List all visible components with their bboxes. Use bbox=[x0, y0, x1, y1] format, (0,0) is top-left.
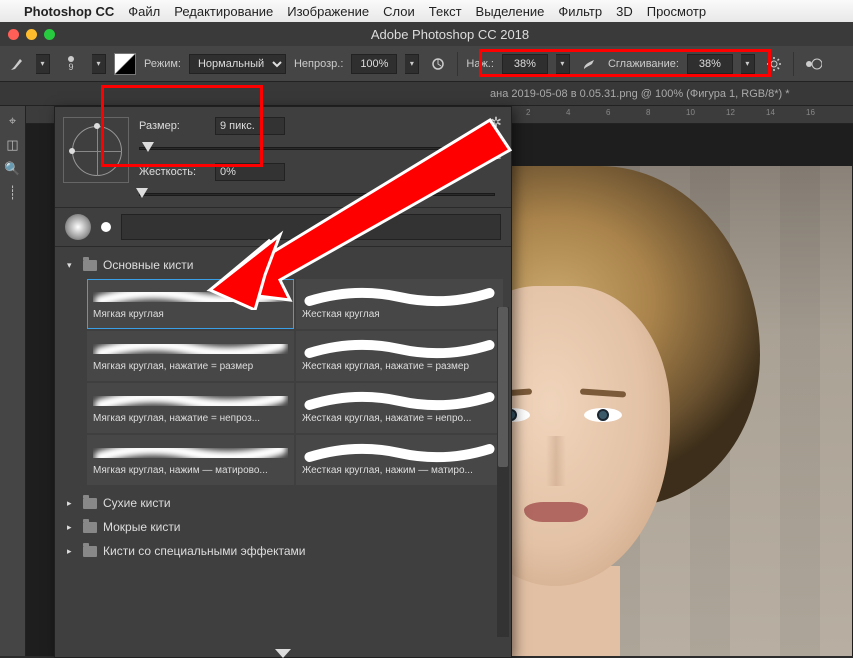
menu-text[interactable]: Текст bbox=[429, 4, 462, 19]
folder-label: Основные кисти bbox=[103, 258, 193, 272]
menu-select[interactable]: Выделение bbox=[476, 4, 545, 19]
brush-preset-cell[interactable]: Мягкая круглая bbox=[87, 279, 294, 329]
opacity-pressure-icon[interactable] bbox=[427, 53, 449, 75]
brush-sample-icon[interactable] bbox=[65, 214, 91, 240]
brush-label: Мягкая круглая, нажатие = размер bbox=[93, 361, 288, 372]
window-minimize-icon[interactable] bbox=[26, 29, 37, 40]
menu-edit[interactable]: Редактирование bbox=[174, 4, 273, 19]
current-tool-brush-icon[interactable] bbox=[6, 53, 28, 75]
smoothing-chevron-icon[interactable]: ▾ bbox=[741, 54, 755, 74]
document-tabs: ана 2019-05-08 в 0.05.31.png @ 100% (Фиг… bbox=[0, 82, 853, 106]
size-label: Размер: bbox=[139, 120, 205, 132]
mode-select[interactable]: Нормальный bbox=[189, 54, 286, 74]
panel-newdoc-icon[interactable]: ⧉ bbox=[487, 145, 505, 163]
brush-sample-icon[interactable] bbox=[101, 222, 111, 232]
smoothing-label: Сглаживание: bbox=[608, 58, 679, 70]
brush-label: Мягкая круглая bbox=[93, 309, 288, 320]
panel-tail-icon bbox=[275, 649, 291, 658]
chevron-right-icon: ▸ bbox=[67, 522, 77, 533]
brush-picker-chevron-icon[interactable]: ▾ bbox=[92, 54, 106, 74]
folder-dry-brushes[interactable]: ▸ Сухие кисти bbox=[61, 491, 511, 515]
menu-3d[interactable]: 3D bbox=[616, 4, 633, 19]
app-name[interactable]: Photoshop CC bbox=[24, 4, 114, 19]
tool-slot[interactable]: ◫ bbox=[2, 134, 24, 156]
brush-label: Мягкая круглая, нажим — матирово... bbox=[93, 465, 288, 476]
folder-label: Кисти со специальными эффектами bbox=[103, 544, 306, 558]
brush-label: Жесткая круглая, нажатие = непро... bbox=[302, 413, 497, 424]
size-slider[interactable] bbox=[139, 141, 495, 155]
brush-label: Жесткая круглая bbox=[302, 309, 497, 320]
menu-filter[interactable]: Фильтр bbox=[558, 4, 602, 19]
canvas-area[interactable]: 0 2 4 6 8 10 12 14 16 bbox=[26, 106, 853, 656]
brush-stroke-preview bbox=[121, 214, 501, 240]
hardness-label: Жесткость: bbox=[139, 166, 205, 178]
window-maximize-icon[interactable] bbox=[44, 29, 55, 40]
hardness-value-field[interactable]: 0% bbox=[215, 163, 285, 181]
brush-angle-pad[interactable] bbox=[63, 117, 129, 183]
brush-preset-cell[interactable]: Мягкая круглая, нажатие = непроз... bbox=[87, 383, 294, 433]
tool-preset-chevron-icon[interactable]: ▾ bbox=[36, 54, 50, 74]
tool-slot[interactable]: ⌖ bbox=[2, 110, 24, 132]
opacity-chevron-icon[interactable]: ▾ bbox=[405, 54, 419, 74]
brush-preset-panel: Размер: 9 пикс. Жесткость: 0% ✲ bbox=[54, 106, 512, 658]
menu-view[interactable]: Просмотр bbox=[647, 4, 706, 19]
brush-preset-cell[interactable]: Жесткая круглая, нажим — матиро... bbox=[296, 435, 503, 485]
brush-size-number: 9 bbox=[68, 62, 73, 72]
folder-icon bbox=[83, 498, 97, 509]
airbrush-icon[interactable] bbox=[578, 53, 600, 75]
tools-column: ⌖ ◫ 🔍 ┊ bbox=[0, 106, 26, 656]
window-close-icon[interactable] bbox=[8, 29, 19, 40]
brush-label: Жесткая круглая, нажатие = размер bbox=[302, 361, 497, 372]
brush-preset-cell[interactable]: Мягкая круглая, нажим — матирово... bbox=[87, 435, 294, 485]
menu-file[interactable]: Файл bbox=[128, 4, 160, 19]
tool-slot[interactable]: ┊ bbox=[2, 182, 24, 204]
brush-preset-cell[interactable]: Жесткая круглая bbox=[296, 279, 503, 329]
flow-field[interactable]: 38% bbox=[502, 54, 548, 74]
mode-label: Режим: bbox=[144, 58, 181, 70]
brush-preset-cell[interactable]: Жесткая круглая, нажатие = непро... bbox=[296, 383, 503, 433]
opacity-field[interactable]: 100% bbox=[351, 54, 397, 74]
window-title: Adobe Photoshop CC 2018 bbox=[55, 27, 845, 42]
hardness-slider[interactable] bbox=[139, 187, 495, 201]
macos-menubar[interactable]: Photoshop CC Файл Редактирование Изображ… bbox=[0, 0, 853, 22]
folder-main-brushes[interactable]: ▾ Основные кисти bbox=[61, 253, 511, 277]
flow-chevron-icon[interactable]: ▾ bbox=[556, 54, 570, 74]
brush-preset-cell[interactable]: Мягкая круглая, нажатие = размер bbox=[87, 331, 294, 381]
folder-label: Сухие кисти bbox=[103, 496, 171, 510]
brush-sample-row bbox=[55, 207, 511, 247]
folder-label: Мокрые кисти bbox=[103, 520, 181, 534]
panel-gear-icon[interactable]: ✲ bbox=[487, 113, 505, 131]
tool-zoom-icon[interactable]: 🔍 bbox=[2, 158, 24, 180]
color-swap-icon[interactable] bbox=[114, 53, 136, 75]
brush-preset-cell[interactable]: Жесткая круглая, нажатие = размер bbox=[296, 331, 503, 381]
brush-label: Мягкая круглая, нажатие = непроз... bbox=[93, 413, 288, 424]
pressure-size-icon[interactable] bbox=[802, 53, 824, 75]
brush-preview[interactable]: 9 bbox=[58, 56, 84, 72]
menu-layers[interactable]: Слои bbox=[383, 4, 415, 19]
folder-icon bbox=[83, 522, 97, 533]
chevron-down-icon: ▾ bbox=[67, 260, 77, 271]
smoothing-gear-icon[interactable] bbox=[763, 53, 785, 75]
panel-scrollbar[interactable] bbox=[497, 307, 509, 637]
window-titlebar: Adobe Photoshop CC 2018 bbox=[0, 22, 853, 46]
smoothing-field[interactable]: 38% bbox=[687, 54, 733, 74]
brush-label: Жесткая круглая, нажим — матиро... bbox=[302, 465, 497, 476]
options-bar: ▾ 9 ▾ Режим: Нормальный Непрозр.: 100% ▾… bbox=[0, 46, 853, 82]
folder-fx-brushes[interactable]: ▸ Кисти со специальными эффектами bbox=[61, 539, 511, 563]
chevron-right-icon: ▸ bbox=[67, 546, 77, 557]
size-value-field[interactable]: 9 пикс. bbox=[215, 117, 285, 135]
menu-image[interactable]: Изображение bbox=[287, 4, 369, 19]
opacity-label: Непрозр.: bbox=[294, 58, 343, 70]
flow-label: Наж.: bbox=[466, 58, 494, 70]
folder-wet-brushes[interactable]: ▸ Мокрые кисти bbox=[61, 515, 511, 539]
chevron-right-icon: ▸ bbox=[67, 498, 77, 509]
folder-icon bbox=[83, 546, 97, 557]
folder-icon bbox=[83, 260, 97, 271]
document-tab[interactable]: ана 2019-05-08 в 0.05.31.png @ 100% (Фиг… bbox=[490, 88, 790, 100]
